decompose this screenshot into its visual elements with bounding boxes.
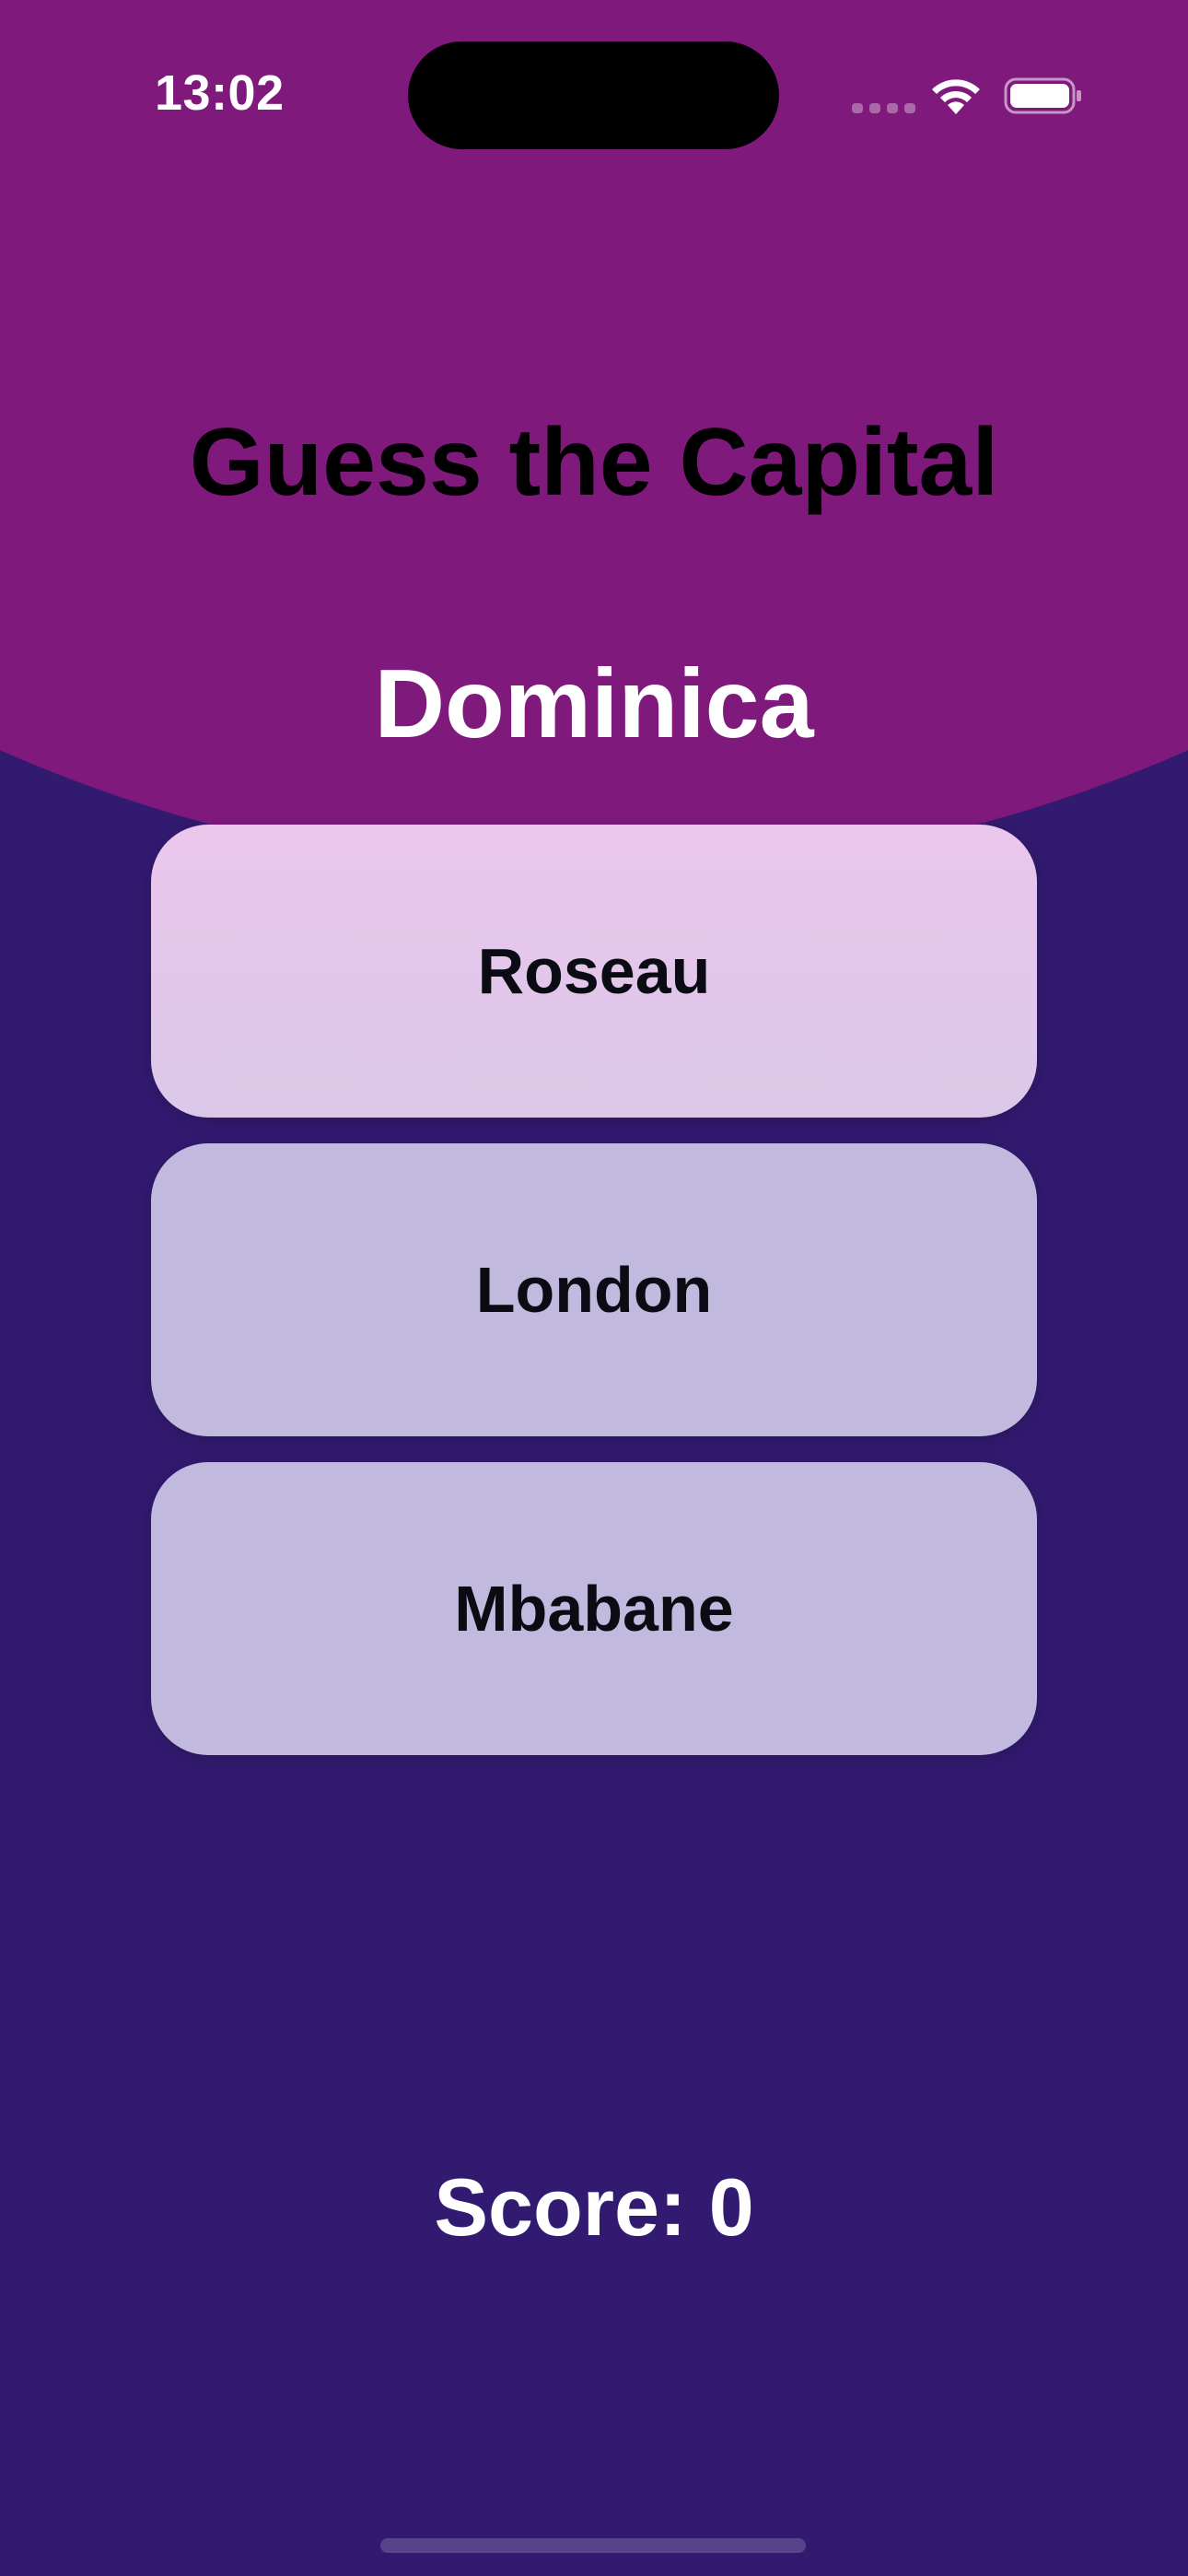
status-time: 13:02 xyxy=(155,65,285,121)
wifi-icon xyxy=(932,79,980,114)
answer-button-3[interactable]: Mbabane xyxy=(151,1462,1037,1755)
home-indicator[interactable] xyxy=(380,2538,806,2553)
cellular-signal-icon xyxy=(852,103,915,113)
app-screen: 13:02 Guess the Capital Dominica Roseau … xyxy=(0,0,1188,2576)
answer-label: London xyxy=(475,1254,713,1326)
answer-button-1[interactable]: Roseau xyxy=(151,825,1037,1118)
score-label: Score: 0 xyxy=(434,2161,754,2253)
page-title: Guess the Capital xyxy=(189,409,999,516)
country-name: Dominica xyxy=(374,650,814,758)
answer-button-2[interactable]: London xyxy=(151,1143,1037,1436)
battery-icon xyxy=(1004,77,1081,114)
dynamic-island xyxy=(408,41,779,149)
answer-label: Roseau xyxy=(477,935,711,1007)
answer-label: Mbabane xyxy=(454,1573,734,1645)
